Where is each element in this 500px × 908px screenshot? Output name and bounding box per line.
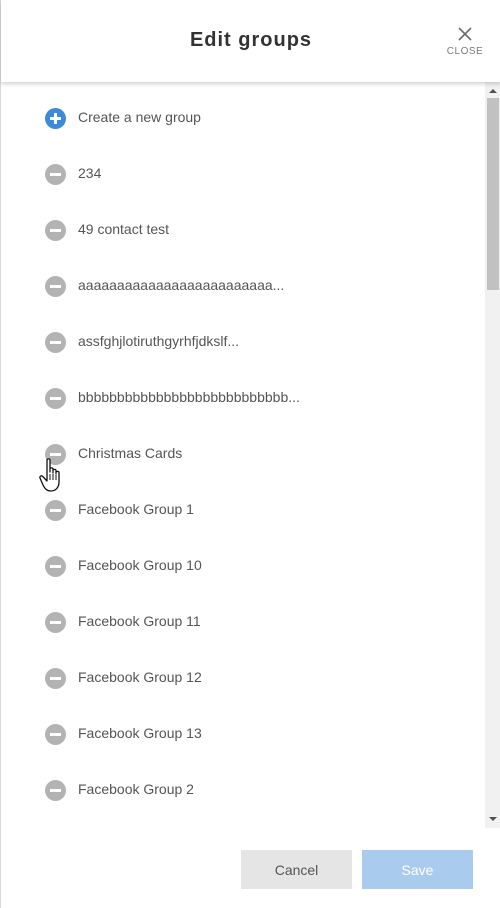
minus-circle-icon[interactable] (45, 780, 66, 801)
group-list-item[interactable]: Facebook Group 3 (1, 819, 485, 828)
groups-list-area: Create a new group 234 49 contact test aaaa… (1, 82, 485, 828)
cancel-button[interactable]: Cancel (241, 850, 352, 889)
group-list-item[interactable]: aaaaaaaaaaaaaaaaaaaaaaaaa... (1, 259, 485, 315)
close-label: CLOSE (446, 46, 484, 57)
scroll-down-arrow-icon[interactable] (485, 812, 500, 826)
group-label: 234 (78, 165, 102, 181)
minus-circle-icon[interactable] (45, 276, 66, 297)
group-list-item[interactable]: 234 (1, 147, 485, 203)
group-list-item[interactable]: Facebook Group 11 (1, 595, 485, 651)
edit-groups-panel: Edit groups CLOSE Create a new group 234 4… (0, 0, 500, 908)
panel-header: Edit groups CLOSE (1, 0, 500, 82)
groups-list: Create a new group 234 49 contact test aaaa… (1, 91, 485, 828)
panel-footer: Cancel Save (1, 828, 500, 908)
group-label: Facebook Group 10 (78, 557, 202, 573)
group-label: Christmas Cards (78, 445, 183, 461)
group-label: bbbbbbbbbbbbbbbbbbbbbbbbbbb... (78, 389, 300, 405)
group-label: Facebook Group 11 (78, 613, 201, 629)
group-list-item[interactable]: Facebook Group 12 (1, 651, 485, 707)
group-label: assfghjlotiruthgyrhfjdkslf... (78, 333, 240, 349)
save-button[interactable]: Save (362, 850, 473, 889)
plus-circle-icon[interactable] (45, 108, 66, 129)
group-label: Facebook Group 12 (78, 669, 202, 685)
group-list-item[interactable]: Christmas Cards (1, 427, 485, 483)
group-list-item[interactable]: bbbbbbbbbbbbbbbbbbbbbbbbbbb... (1, 371, 485, 427)
minus-circle-icon[interactable] (45, 220, 66, 241)
minus-circle-icon[interactable] (45, 724, 66, 745)
scroll-up-arrow-icon[interactable] (485, 84, 500, 98)
close-icon (458, 27, 472, 41)
group-list-item[interactable]: assfghjlotiruthgyrhfjdkslf... (1, 315, 485, 371)
minus-circle-icon[interactable] (45, 388, 66, 409)
group-label: Facebook Group 2 (78, 781, 194, 797)
group-label: Facebook Group 13 (78, 725, 202, 741)
group-list-item[interactable]: Facebook Group 10 (1, 539, 485, 595)
minus-circle-icon[interactable] (45, 556, 66, 577)
page-title: Edit groups (189, 29, 313, 51)
minus-circle-icon[interactable] (45, 668, 66, 689)
group-label: aaaaaaaaaaaaaaaaaaaaaaaaa... (78, 277, 285, 293)
hand-pointer-cursor-icon (39, 458, 60, 492)
group-label: Facebook Group 1 (78, 501, 194, 517)
group-list-item[interactable]: Facebook Group 2 (1, 763, 485, 819)
close-button[interactable]: CLOSE (445, 24, 485, 60)
group-label: 49 contact test (78, 221, 170, 237)
minus-circle-icon[interactable] (45, 612, 66, 633)
group-list-item[interactable]: Facebook Group 1 (1, 483, 485, 539)
group-label: Create a new group (78, 109, 201, 125)
minus-circle-icon[interactable] (45, 500, 66, 521)
group-list-item[interactable]: Facebook Group 13 (1, 707, 485, 763)
minus-circle-icon[interactable] (45, 164, 66, 185)
scrollbar-thumb[interactable] (487, 98, 499, 290)
scrollbar[interactable] (485, 82, 500, 828)
group-list-item[interactable]: 49 contact test (1, 203, 485, 259)
create-new-group-item[interactable]: Create a new group (1, 91, 485, 147)
minus-circle-icon[interactable] (45, 332, 66, 353)
